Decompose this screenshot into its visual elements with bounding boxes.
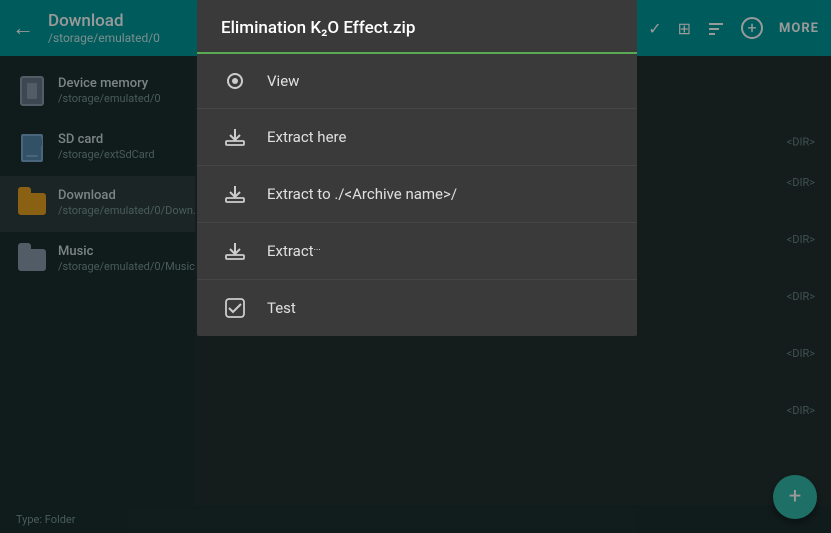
extract-custom-icon: [221, 241, 249, 261]
context-menu: Elimination K₂O Effect.zip View Extract …: [197, 0, 637, 336]
menu-item-test-label: Test: [267, 299, 296, 317]
menu-item-view-label: View: [267, 72, 299, 90]
extract-to-icon: [221, 184, 249, 204]
menu-item-extract-custom[interactable]: Extract...: [197, 223, 637, 280]
menu-item-extract-custom-label: Extract...: [267, 242, 321, 260]
menu-item-extract-to-label: Extract to ./<Archive name>/: [267, 185, 457, 203]
test-icon: [221, 298, 249, 318]
menu-item-extract-here-label: Extract here: [267, 128, 346, 146]
menu-item-extract-here[interactable]: Extract here: [197, 109, 637, 166]
menu-item-extract-to[interactable]: Extract to ./<Archive name>/: [197, 166, 637, 223]
view-icon: [221, 72, 249, 90]
extract-here-icon: [221, 127, 249, 147]
menu-item-test[interactable]: Test: [197, 280, 637, 336]
context-menu-title: Elimination K₂O Effect.zip: [197, 0, 637, 54]
menu-item-view[interactable]: View: [197, 54, 637, 109]
